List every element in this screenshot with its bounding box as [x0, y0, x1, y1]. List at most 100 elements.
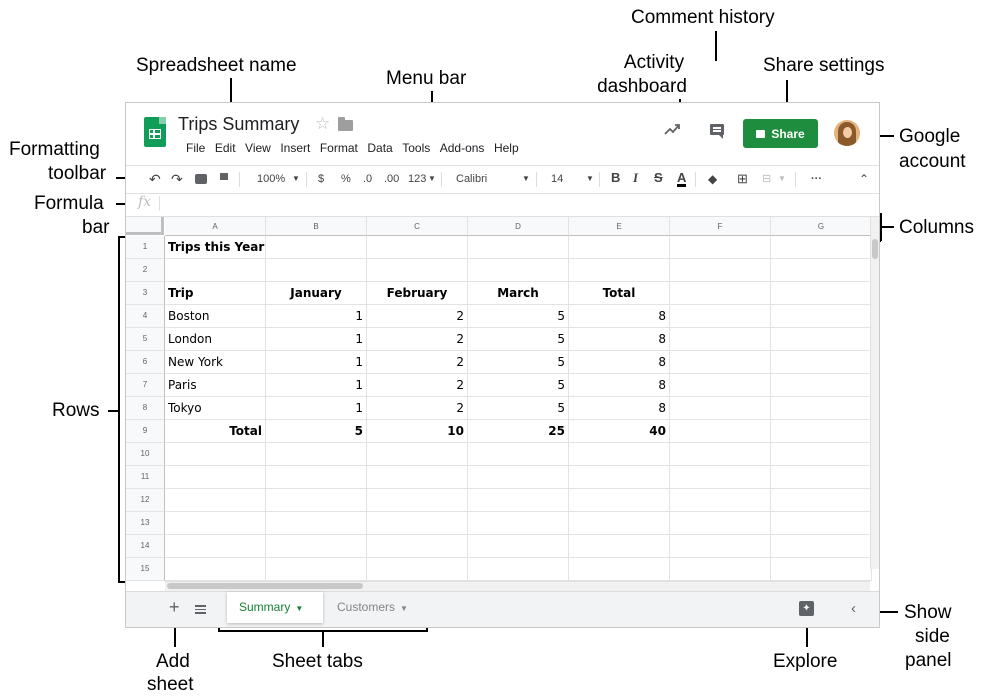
star-icon[interactable]: ☆ — [315, 114, 330, 134]
row-header[interactable]: 8 — [126, 397, 165, 420]
print-icon[interactable] — [195, 174, 207, 184]
zoom-select[interactable]: 100% — [257, 172, 285, 186]
row-header[interactable]: 12 — [126, 489, 165, 512]
cell-f2[interactable] — [670, 259, 771, 282]
cell-c1[interactable] — [367, 236, 468, 259]
cell-g11[interactable] — [771, 466, 872, 489]
row-header[interactable]: 1 — [126, 236, 165, 259]
tab-chevron-down-icon[interactable]: ▼ — [295, 604, 303, 613]
font-size-select[interactable]: 14 — [551, 172, 563, 186]
cell-e8[interactable]: 8 — [569, 397, 670, 420]
cell-d7[interactable]: 5 — [468, 374, 569, 397]
cell-b3[interactable]: January — [266, 282, 367, 305]
text-color-button[interactable]: A — [677, 171, 687, 187]
cell-e2[interactable] — [569, 259, 670, 282]
cell-g6[interactable] — [771, 351, 872, 374]
cell-a13[interactable] — [165, 512, 266, 535]
cell-f12[interactable] — [670, 489, 771, 512]
column-header[interactable]: D — [468, 217, 569, 236]
sheet-tab-summary[interactable]: Summary ▼ — [227, 592, 323, 623]
cell-a12[interactable] — [165, 489, 266, 512]
cell-d13[interactable] — [468, 512, 569, 535]
vertical-scroll-thumb[interactable] — [872, 239, 878, 259]
cell-c2[interactable] — [367, 259, 468, 282]
cell-a8[interactable]: Tokyo — [165, 397, 266, 420]
cell-b8[interactable]: 1 — [266, 397, 367, 420]
cell-e4[interactable]: 8 — [569, 305, 670, 328]
more-formats-button[interactable]: 123 — [408, 172, 426, 186]
cell-b14[interactable] — [266, 535, 367, 558]
cell-a4[interactable]: Boston — [165, 305, 266, 328]
undo-icon[interactable]: ↶ — [149, 172, 161, 186]
select-all-corner[interactable] — [126, 217, 164, 235]
cell-b12[interactable] — [266, 489, 367, 512]
cell-d11[interactable] — [468, 466, 569, 489]
collapse-chevron-up-icon[interactable]: ⌃ — [859, 172, 869, 186]
menu-data[interactable]: Data — [367, 141, 392, 155]
menu-edit[interactable]: Edit — [215, 141, 236, 155]
cell-f10[interactable] — [670, 443, 771, 466]
font-select[interactable]: Calibri — [456, 172, 487, 186]
cell-f5[interactable] — [670, 328, 771, 351]
menu-help[interactable]: Help — [494, 141, 519, 155]
column-header[interactable]: B — [266, 217, 367, 236]
row-header[interactable]: 4 — [126, 305, 165, 328]
cell-b9[interactable]: 5 — [266, 420, 367, 443]
row-header[interactable]: 6 — [126, 351, 165, 374]
cell-f8[interactable] — [670, 397, 771, 420]
cell-c4[interactable]: 2 — [367, 305, 468, 328]
cell-c9[interactable]: 10 — [367, 420, 468, 443]
cell-c13[interactable] — [367, 512, 468, 535]
cell-e5[interactable]: 8 — [569, 328, 670, 351]
cell-d2[interactable] — [468, 259, 569, 282]
merge-cells-icon[interactable]: ⊟ — [762, 172, 771, 186]
cell-a11[interactable] — [165, 466, 266, 489]
cell-f1[interactable] — [670, 236, 771, 259]
font-size-chevron-icon[interactable]: ▼ — [586, 172, 594, 186]
all-sheets-menu-icon[interactable] — [195, 605, 206, 614]
cell-b1[interactable] — [266, 236, 367, 259]
cell-d12[interactable] — [468, 489, 569, 512]
comment-history-icon[interactable] — [710, 124, 724, 139]
cell-f13[interactable] — [670, 512, 771, 535]
row-header[interactable]: 9 — [126, 420, 165, 443]
row-header[interactable]: 10 — [126, 443, 165, 466]
cell-a2[interactable] — [165, 259, 266, 282]
sheets-logo-icon[interactable] — [144, 117, 166, 147]
cell-c8[interactable]: 2 — [367, 397, 468, 420]
italic-button[interactable]: I — [633, 171, 638, 185]
cell-e11[interactable] — [569, 466, 670, 489]
horizontal-scrollbar[interactable] — [165, 581, 870, 591]
cell-d6[interactable]: 5 — [468, 351, 569, 374]
column-header[interactable]: C — [367, 217, 468, 236]
folder-icon[interactable] — [338, 117, 353, 131]
cell-b11[interactable] — [266, 466, 367, 489]
cell-a9[interactable]: Total — [165, 420, 266, 443]
cell-g1[interactable] — [771, 236, 872, 259]
cell-g15[interactable] — [771, 558, 872, 581]
cell-b6[interactable]: 1 — [266, 351, 367, 374]
cell-d8[interactable]: 5 — [468, 397, 569, 420]
row-header[interactable]: 13 — [126, 512, 165, 535]
cell-b13[interactable] — [266, 512, 367, 535]
cell-a15[interactable] — [165, 558, 266, 581]
cell-f11[interactable] — [670, 466, 771, 489]
menu-tools[interactable]: Tools — [402, 141, 430, 155]
cell-d5[interactable]: 5 — [468, 328, 569, 351]
cell-g8[interactable] — [771, 397, 872, 420]
cell-d4[interactable]: 5 — [468, 305, 569, 328]
row-header[interactable]: 2 — [126, 259, 165, 282]
cell-e13[interactable] — [569, 512, 670, 535]
cell-g13[interactable] — [771, 512, 872, 535]
cell-b4[interactable]: 1 — [266, 305, 367, 328]
cell-d9[interactable]: 25 — [468, 420, 569, 443]
cell-f4[interactable] — [670, 305, 771, 328]
paint-format-icon[interactable] — [220, 173, 228, 180]
cell-g10[interactable] — [771, 443, 872, 466]
cell-f14[interactable] — [670, 535, 771, 558]
tab-chevron-down-icon[interactable]: ▼ — [400, 604, 408, 613]
cell-e10[interactable] — [569, 443, 670, 466]
bold-button[interactable]: B — [611, 171, 620, 185]
cell-a7[interactable]: Paris — [165, 374, 266, 397]
cell-g2[interactable] — [771, 259, 872, 282]
